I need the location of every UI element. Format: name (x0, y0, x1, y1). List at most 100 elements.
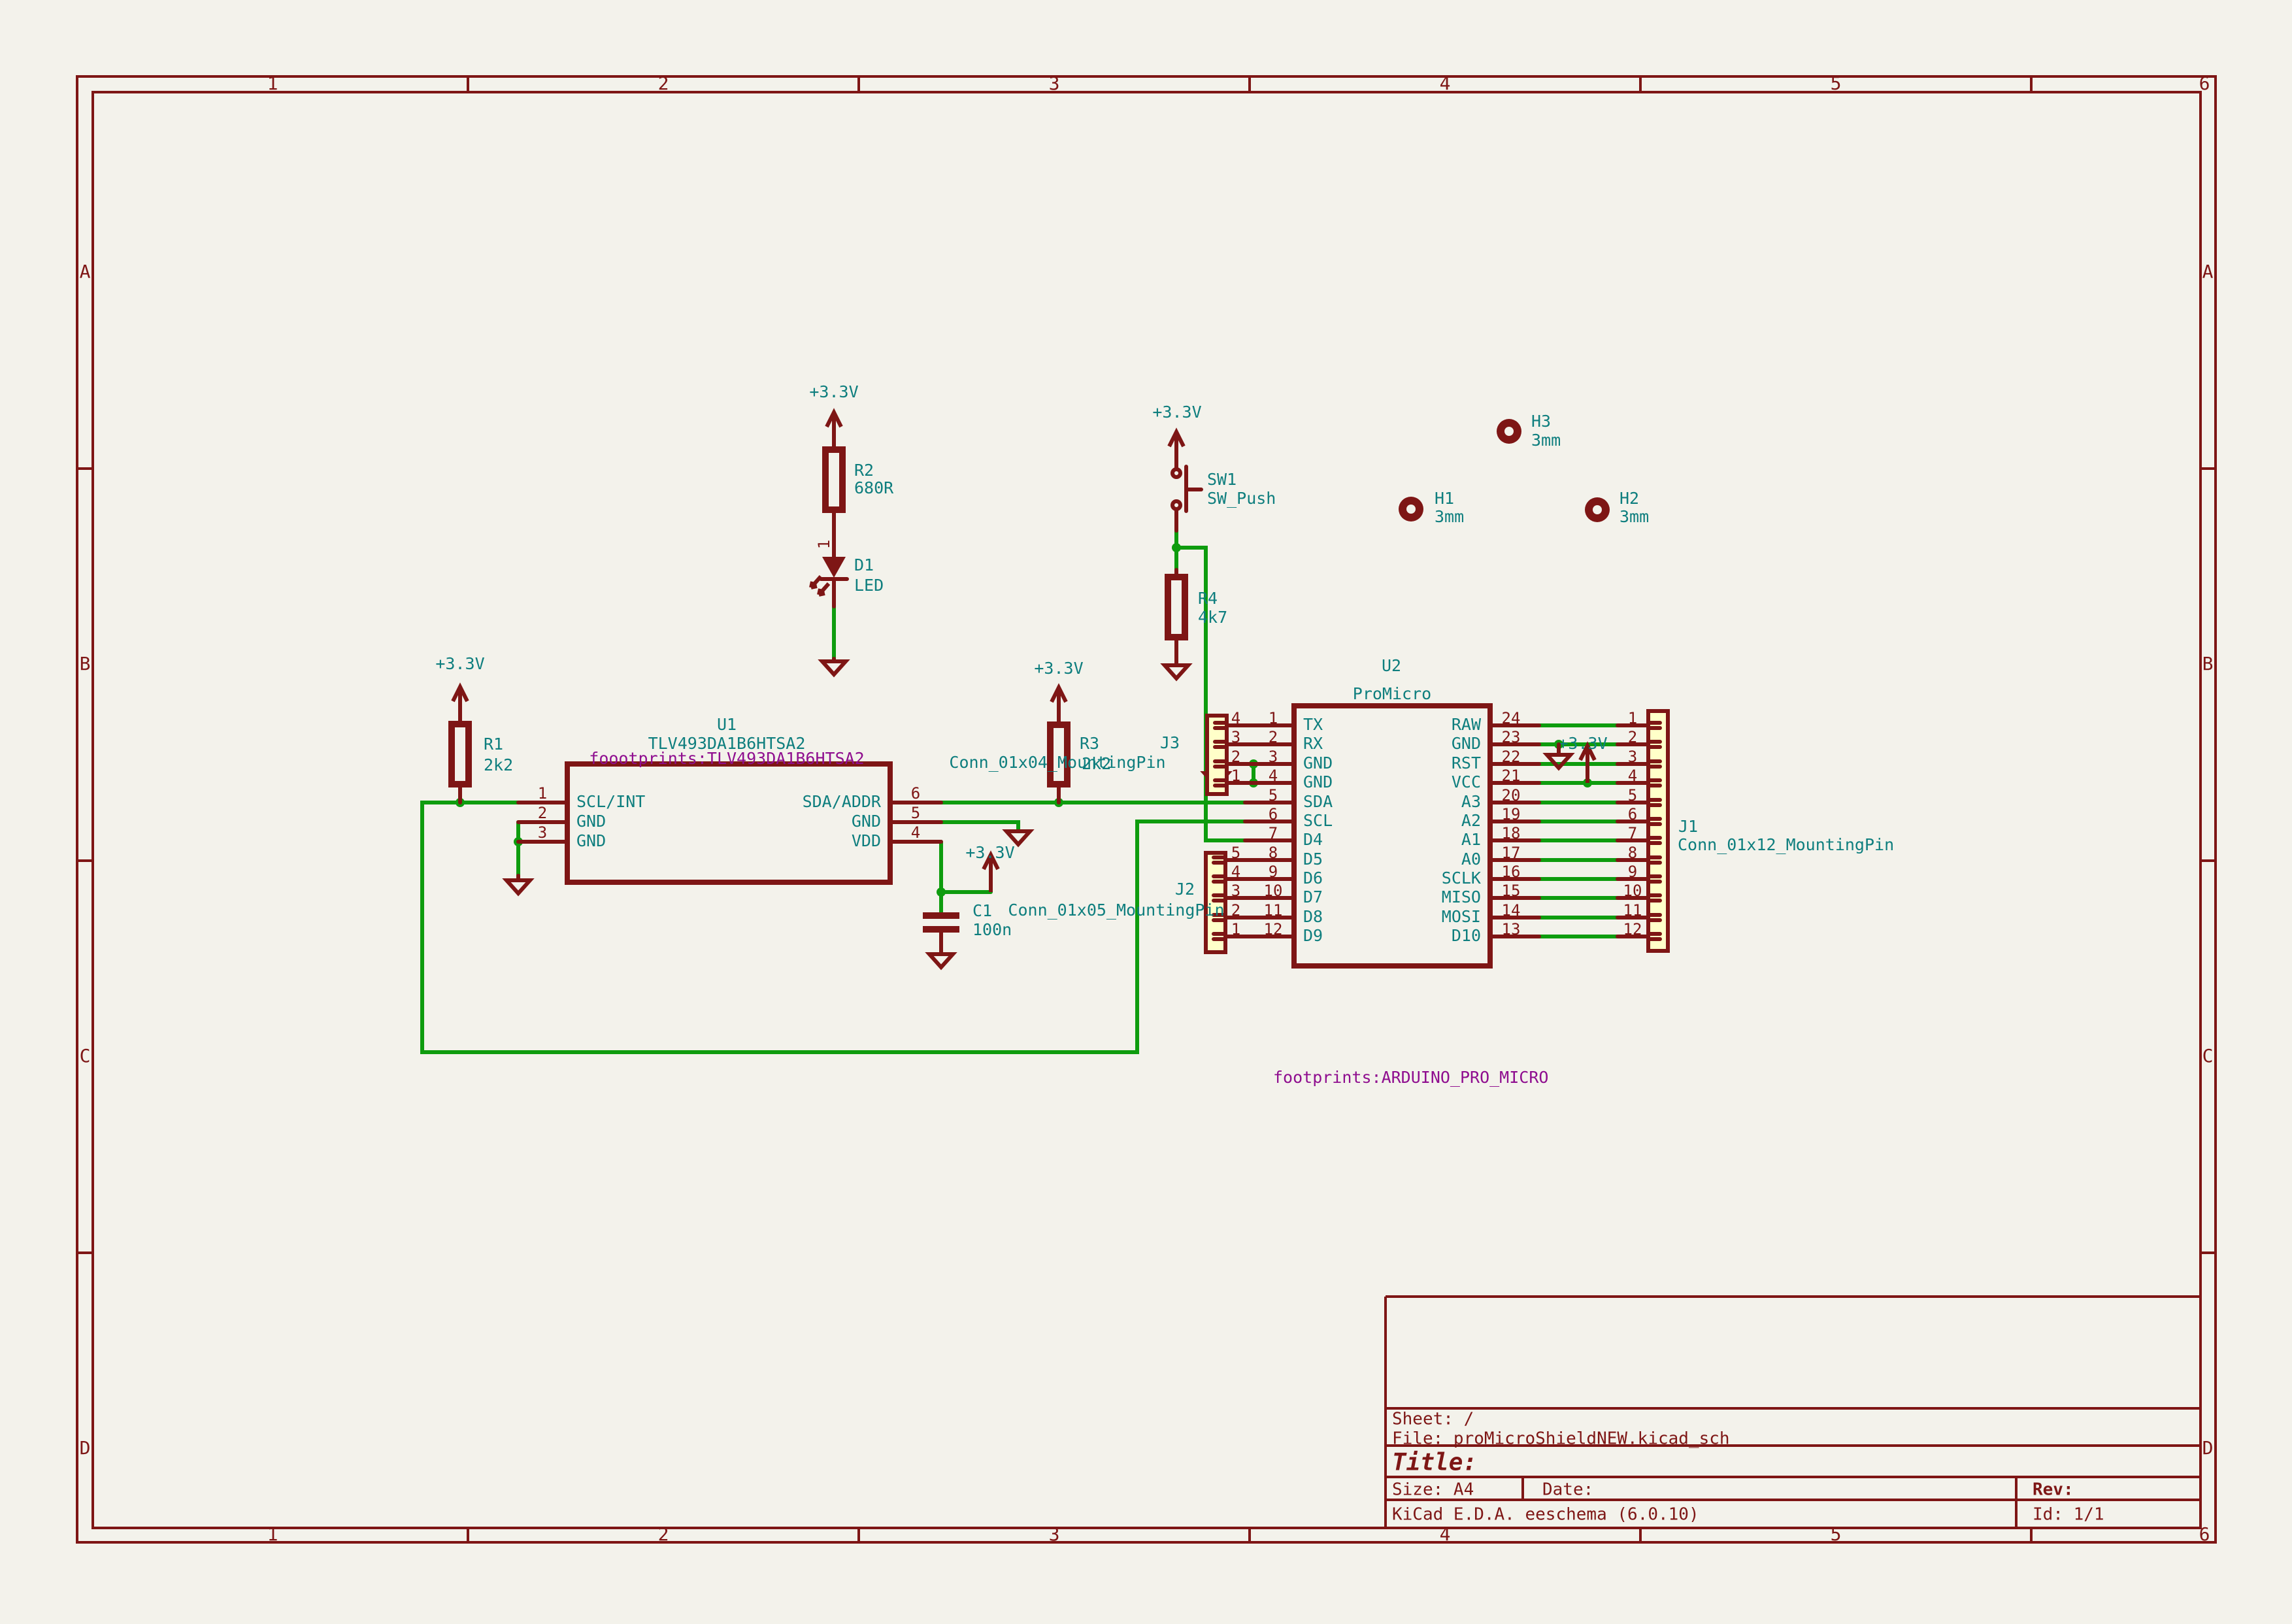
title-block-date: Date: (1542, 1480, 1593, 1500)
r1-ref: R1 (484, 735, 503, 754)
u2-pin-name: SCLK (1442, 869, 1481, 887)
resistor-r1[interactable]: R1 2k2 (452, 724, 513, 803)
j1-pin-number: 10 (1623, 882, 1642, 900)
u2-pin-number: 18 (1502, 824, 1521, 842)
u2-pin-name: MISO (1442, 887, 1481, 906)
u2-pin-number: 10 (1264, 882, 1283, 900)
j3-pin-number: 1 (1231, 767, 1240, 785)
u2-pin-name: RST (1452, 754, 1481, 772)
u2-pin-number: 20 (1502, 786, 1521, 804)
power-symbols[interactable]: +3.3V +3.3V +3.3V +3.3V +3.3V +3.3V (435, 382, 1607, 967)
u2-pin-number: 17 (1502, 844, 1521, 862)
j3-value: Conn_01x04_MountingPin (949, 753, 1165, 772)
u2-pin-name: GND (1303, 772, 1333, 791)
led-d1[interactable]: 1 D1 LED (811, 540, 884, 606)
u2-pin-name: D9 (1303, 926, 1323, 945)
u2-pin-number: 12 (1264, 920, 1283, 938)
j2-pin-number: 2 (1231, 901, 1240, 920)
j1-pin-number: 9 (1628, 863, 1637, 881)
u2-pin-number: 22 (1502, 748, 1521, 766)
u1-pin-number: 6 (911, 784, 920, 803)
j1-pin-number: 4 (1628, 767, 1637, 785)
u2-pin-name: GND (1452, 734, 1481, 753)
c1-ref: C1 (972, 901, 992, 920)
schematic-canvas[interactable]: 1 2 3 4 5 6 1 2 3 4 5 6 A B C D A B C D … (0, 0, 2292, 1621)
j2-pin-number: 5 (1231, 844, 1240, 862)
j2-pin-number: 4 (1231, 863, 1240, 881)
title-block-id: Id: 1/1 (2033, 1505, 2104, 1525)
u2-footprint: footprints:ARDUINO_PRO_MICRO (1273, 1068, 1548, 1087)
switch-sw1[interactable]: SW1 SW_Push (1172, 467, 1276, 531)
u1-pin-name: GND (576, 831, 606, 850)
symbol-u1[interactable]: U1 TLV493DA1B6HTSA2 foootprints:TLV493DA… (518, 715, 941, 882)
h2-ref: H2 (1619, 489, 1639, 508)
u2-pin-number: 4 (1269, 767, 1278, 785)
frame-col-label: 4 (1440, 73, 1451, 94)
zone-ticks (77, 76, 2216, 1542)
j3-pin-number: 4 (1231, 709, 1240, 727)
r2-ref: R2 (854, 461, 874, 480)
u1-pin-name: GND (576, 812, 606, 831)
r4-ref: R4 (1198, 589, 1218, 608)
u1-pin-number: 3 (538, 823, 547, 842)
u2-pin-name: A1 (1461, 830, 1481, 849)
frame-col-label: 1 (267, 1523, 278, 1545)
resistor-r4[interactable]: R4 4k7 (1168, 570, 1227, 637)
connector-j2[interactable]: 5 4 3 2 1 J2 Conn_01x05_MountingPin (1008, 844, 1245, 952)
d1-value: LED (854, 576, 884, 595)
mounting-hole-h2[interactable]: H2 3mm (1585, 489, 1649, 526)
j2-ref: J2 (1175, 880, 1195, 899)
j1-pin-number: 7 (1628, 824, 1637, 842)
h3-ref: H3 (1531, 412, 1551, 431)
d1-pin-number: 1 (815, 540, 833, 549)
u2-pin-number: 9 (1269, 863, 1278, 881)
gnd-icon[interactable] (1006, 831, 1030, 844)
mounting-hole-h3[interactable]: H3 3mm (1497, 412, 1561, 450)
resistor-r2[interactable]: R2 680R (825, 450, 894, 557)
j3-pin-number: 3 (1231, 728, 1240, 746)
u2-pin-name: VCC (1452, 772, 1481, 791)
j1-pin-number: 5 (1628, 786, 1637, 804)
junctions (456, 543, 1592, 897)
u2-pin-name: D8 (1303, 907, 1323, 926)
power-3v3-label: +3.3V (1034, 659, 1083, 678)
j3-ref: J3 (1160, 733, 1180, 752)
r1-value: 2k2 (484, 755, 513, 774)
u2-pin-number: 14 (1502, 901, 1521, 920)
u2-pin-number: 11 (1264, 901, 1283, 920)
j3-pin-number: 2 (1231, 748, 1240, 766)
frame-row-label: A (80, 261, 91, 282)
frame-col-label: 2 (658, 73, 669, 94)
wires[interactable] (422, 531, 1618, 1052)
r4-value: 4k7 (1198, 608, 1227, 627)
u2-pin-number: 15 (1502, 882, 1521, 900)
u1-pin-number: 4 (911, 823, 920, 842)
u2-pin-number: 1 (1269, 709, 1278, 727)
u2-pin-name: RX (1303, 734, 1323, 753)
j2-pin-number: 1 (1231, 920, 1240, 938)
u1-pin-name: SCL/INT (576, 792, 645, 811)
j1-pin-number: 8 (1628, 844, 1637, 862)
u1-pin-name: VDD (852, 831, 881, 850)
connector-j1[interactable]: 1 2 3 4 5 6 7 8 9 10 11 12 J1 Conn_01x12… (1618, 709, 1894, 951)
sw1-ref: SW1 (1207, 470, 1237, 489)
mounting-hole-h1[interactable]: H1 3mm (1399, 489, 1464, 526)
power-3v3-icon[interactable] (1052, 688, 1066, 725)
power-3v3-icon[interactable] (453, 687, 467, 724)
u1-pin-number: 5 (911, 804, 920, 822)
r2-value: 680R (854, 478, 894, 497)
u2-pin-name: RAW (1452, 715, 1482, 734)
power-3v3-icon[interactable] (1169, 432, 1184, 469)
u2-pin-number: 6 (1269, 805, 1278, 823)
symbol-u2[interactable]: U2 ProMicro TX RX GND GND SDA SCL D4 D5 … (1245, 656, 1548, 1087)
u2-pin-name: GND (1303, 754, 1333, 772)
frame-row-label: B (80, 653, 91, 674)
power-3v3-icon[interactable] (827, 412, 841, 450)
power-3v3-label: +3.3V (1558, 734, 1607, 753)
title-block-file: File: proMicroShieldNEW.kicad_sch (1392, 1429, 1730, 1449)
j1-pin-number: 12 (1623, 920, 1642, 938)
u2-pin-name: D5 (1303, 850, 1323, 869)
frame-col-label: 4 (1440, 1523, 1451, 1545)
u2-pin-name: SCL (1303, 811, 1333, 830)
capacitor-c1[interactable]: C1 100n (923, 901, 1012, 953)
